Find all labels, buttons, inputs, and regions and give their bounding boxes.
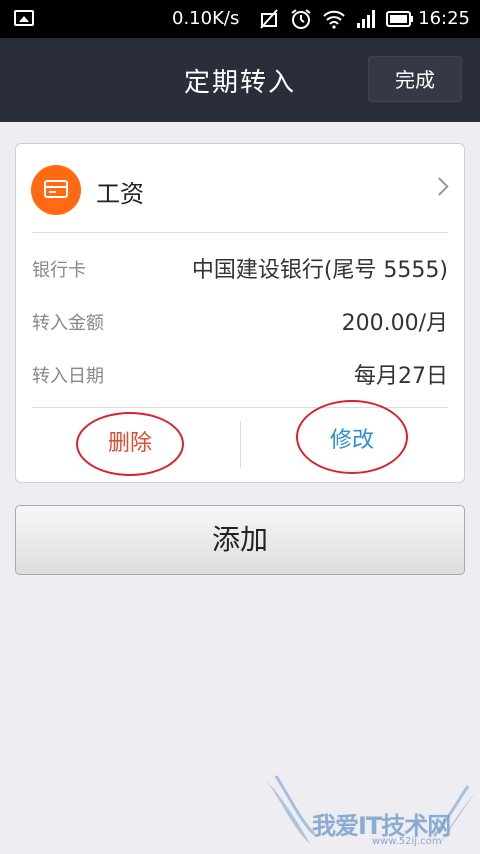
detail-label: 转入日期 [32,366,104,387]
detail-value: 200.00/月 [341,311,448,336]
detail-row-amount: 转入金额 200.00/月 [32,305,448,336]
image-icon [14,10,34,26]
divider [32,232,448,233]
detail-row-date: 转入日期 每月27日 [32,358,448,389]
transfer-card: 工资 银行卡 中国建设银行(尾号 5555) 转入金额 200.00/月 转入日… [15,143,465,483]
cell-signal-icon [357,10,375,28]
clock: 16:25 [418,8,470,29]
bank-card-icon [31,165,81,215]
wifi-icon [323,10,345,29]
done-button[interactable]: 完成 [368,56,462,102]
watermark-url: www.52ij.com [372,836,442,847]
status-bar: 0.10K/s 16:25 [0,0,480,38]
detail-row-bank-card: 银行卡 中国建设银行(尾号 5555) [32,252,448,283]
add-button[interactable]: 添加 [15,505,465,575]
detail-value: 每月27日 [354,364,448,389]
detail-label: 银行卡 [32,260,86,281]
card-header[interactable]: 工资 [16,144,464,234]
net-speed: 0.10K/s [172,8,240,29]
title-bar: 定期转入 完成 [0,38,480,122]
alarm-icon [291,9,311,29]
watermark-logo: 我爱IT技术网 www.52ij.com [262,772,480,854]
no-signal-icon [260,9,278,29]
card-title: 工资 [96,180,144,208]
action-divider [240,421,241,469]
delete-button[interactable]: 删除 [76,412,184,476]
edit-button[interactable]: 修改 [296,400,408,474]
chevron-right-icon [430,177,449,196]
detail-label: 转入金额 [32,313,104,334]
battery-icon [386,11,413,27]
status-icons [258,8,414,30]
detail-value: 中国建设银行(尾号 5555) [191,258,448,283]
